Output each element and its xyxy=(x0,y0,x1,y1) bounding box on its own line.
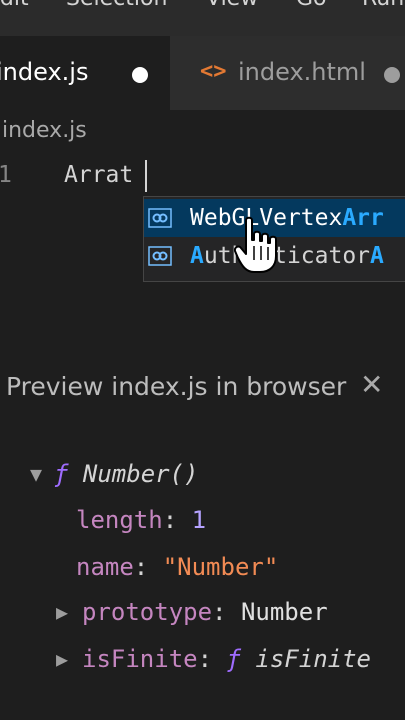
menu-go[interactable]: Go xyxy=(296,0,327,11)
close-icon[interactable]: ✕ xyxy=(360,368,383,401)
prop-key: length xyxy=(76,506,163,534)
menu-selection[interactable]: Selection xyxy=(66,0,167,11)
breadcrumb[interactable]: index.js xyxy=(2,118,87,143)
function-keyword: ƒ xyxy=(54,460,69,488)
menu-bar: Edit Selection View Go Run xyxy=(0,0,405,36)
suggestion-label: WebGLVertexArr xyxy=(190,205,384,231)
tab-index-js[interactable]: index.js xyxy=(0,36,170,110)
prop-key: name xyxy=(76,553,134,581)
function-keyword: ƒ xyxy=(226,645,241,673)
preview-title: Preview index.js in browser xyxy=(6,372,347,401)
code-brackets-icon: <> xyxy=(200,59,227,84)
tab-index-html[interactable]: <> index.html xyxy=(170,36,405,110)
tab-label: index.html xyxy=(238,58,366,86)
function-name: Number() xyxy=(82,460,199,488)
tab-label: index.js xyxy=(0,58,89,86)
prop-key: isFinite xyxy=(82,645,198,673)
collapsed-triangle-icon[interactable]: ▶ xyxy=(56,647,68,671)
prop-key: prototype xyxy=(82,598,213,626)
menu-view[interactable]: View xyxy=(206,0,258,11)
hand-pointer-icon xyxy=(234,216,277,273)
code-text[interactable]: Arrat xyxy=(64,162,133,188)
editor-line[interactable]: 1 Arrat xyxy=(0,160,405,196)
line-number: 1 xyxy=(0,162,12,188)
tab-bar: index.js <> index.html xyxy=(0,36,405,110)
prop-value: isFinite xyxy=(255,645,371,673)
prop-value: 1 xyxy=(191,506,207,534)
interface-icon xyxy=(148,246,172,266)
tree-prop-length: length: 1 xyxy=(76,506,207,534)
console-object-tree: ▼ ƒ Number() length: 1 name: "Number" ▶ … xyxy=(30,460,371,673)
preview-panel-header: Preview index.js in browser ✕ xyxy=(0,368,405,408)
collapsed-triangle-icon[interactable]: ▶ xyxy=(56,600,68,624)
tree-prop-name: name: "Number" xyxy=(76,553,279,581)
prop-value: "Number" xyxy=(162,553,279,581)
prop-value: Number xyxy=(240,598,328,626)
suggestion-label: AuthenticatorA xyxy=(190,243,384,269)
interface-icon xyxy=(148,208,172,228)
menu-run[interactable]: Run xyxy=(362,0,404,11)
unsaved-dot-icon[interactable] xyxy=(132,67,148,83)
text-cursor xyxy=(145,160,147,192)
expanded-triangle-icon[interactable]: ▼ xyxy=(30,462,42,486)
unsaved-dot-icon[interactable] xyxy=(384,67,400,83)
menu-edit[interactable]: Edit xyxy=(0,0,29,11)
